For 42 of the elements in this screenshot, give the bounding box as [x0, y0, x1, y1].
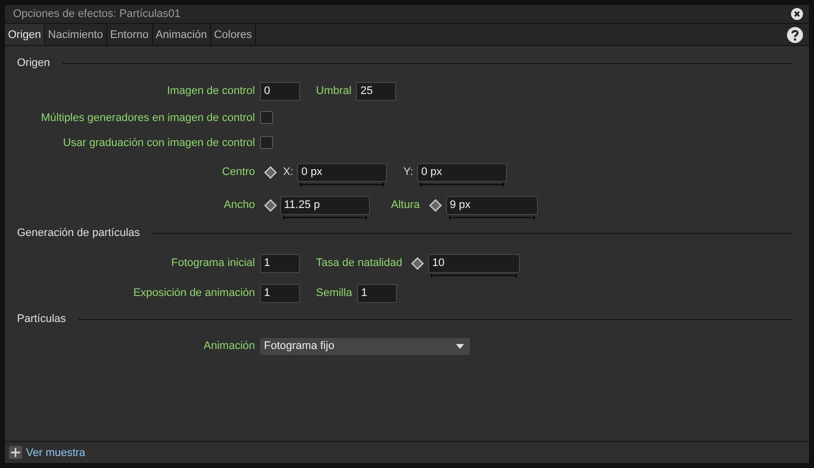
keyframe-diamond-icon[interactable]: [264, 166, 277, 178]
close-icon[interactable]: [791, 8, 803, 20]
checkbox[interactable]: [260, 136, 273, 149]
value-field[interactable]: 1: [260, 254, 300, 272]
scrub-slider-icon[interactable]: [283, 214, 367, 220]
section-title: Generación de partículas: [17, 227, 140, 239]
field-label: Fotograma inicial: [170, 257, 255, 269]
axis-label: Y:: [403, 166, 414, 178]
value-field[interactable]: 1: [357, 284, 398, 302]
animation-dropdown[interactable]: Fotograma fijo: [260, 338, 470, 354]
checkbox-label: Usar graduación con imagen de control: [62, 136, 255, 148]
keyframe-diamond-icon[interactable]: [428, 198, 442, 212]
checkbox-label: Múltiples generadores en imagen de control: [40, 112, 255, 124]
checkbox[interactable]: [260, 111, 273, 124]
field-label: Imagen de control: [166, 85, 255, 97]
keyframe-diamond-icon[interactable]: [264, 198, 277, 212]
help-icon[interactable]: [787, 26, 803, 42]
scrub-slider-icon[interactable]: [420, 182, 504, 186]
tab[interactable]: Origen: [5, 24, 46, 45]
caret-icon: [456, 344, 464, 348]
scrub-slider-icon[interactable]: [448, 214, 535, 220]
scrub-slider-icon[interactable]: [300, 182, 384, 186]
tab[interactable]: Animación: [152, 24, 211, 45]
value-field[interactable]: 1: [260, 284, 300, 302]
preview-label: Ver muestra: [26, 446, 86, 458]
field-label: Exposición de animación: [132, 287, 255, 299]
value-field[interactable]: 25: [356, 82, 396, 100]
window-title: Opciones de efectos: Partículas01: [13, 8, 181, 20]
field-label: Semilla: [316, 287, 352, 299]
value-field[interactable]: 0: [260, 82, 300, 100]
scrub-slider-icon[interactable]: [431, 272, 518, 278]
expand-button[interactable]: [9, 446, 22, 459]
section-title: Partículas: [17, 313, 66, 325]
field-label: Altura: [391, 199, 420, 211]
field-label: Umbral: [316, 85, 352, 97]
section-title: Origen: [17, 57, 50, 69]
keyframe-diamond-icon[interactable]: [411, 256, 424, 270]
field-label: Ancho: [222, 199, 255, 211]
field-label: Animación: [202, 340, 255, 352]
field-label: Tasa de natalidad: [316, 257, 402, 269]
field-label: Centro: [220, 166, 255, 178]
axis-label: X:: [283, 166, 294, 178]
